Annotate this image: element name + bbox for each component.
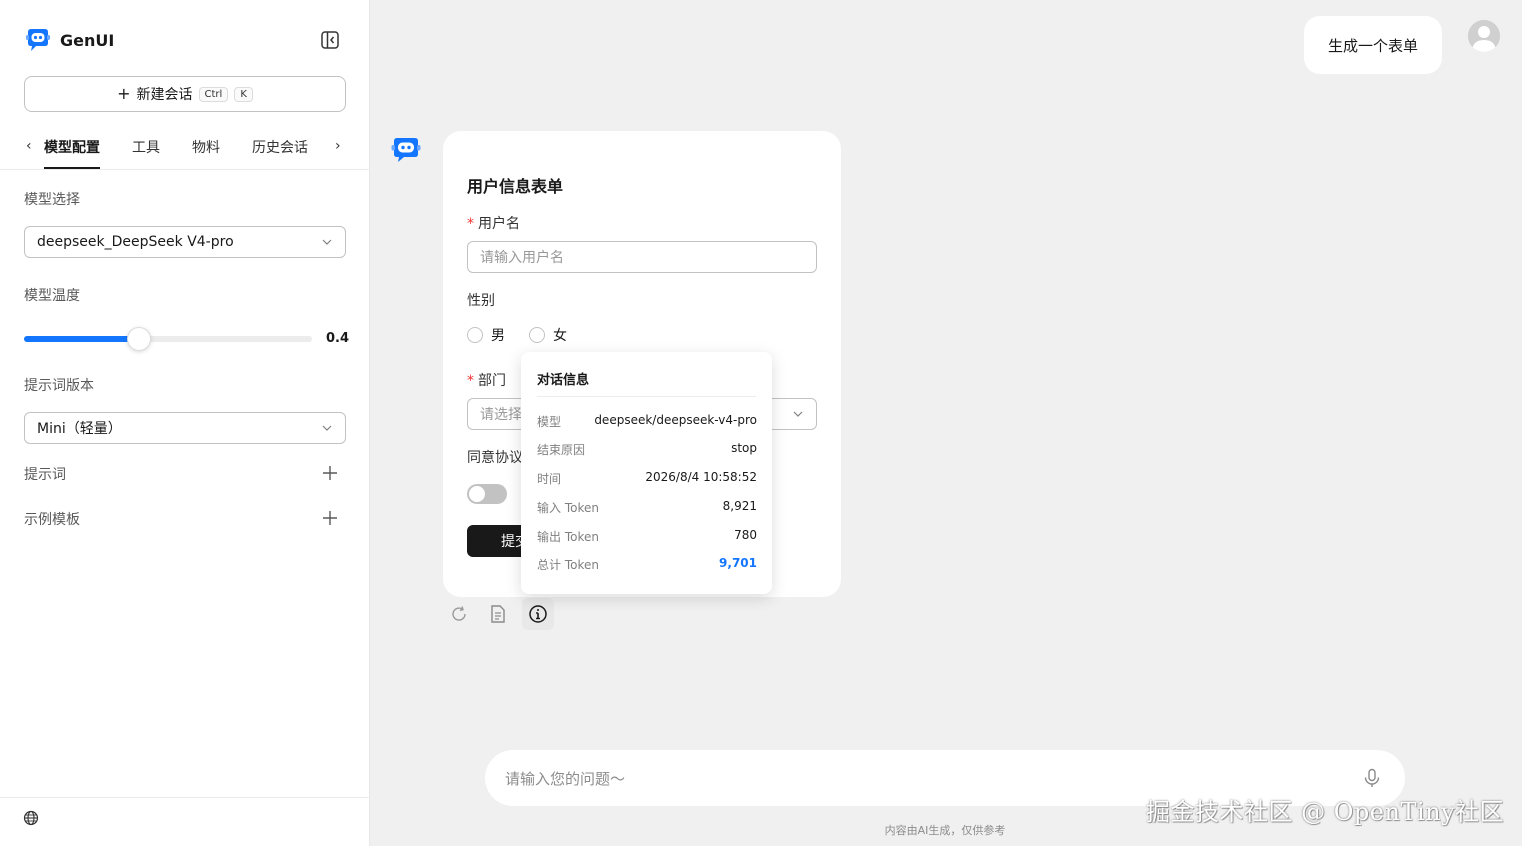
add-template-plus-icon[interactable] — [320, 508, 340, 528]
info-row-output-token: 输出 Token 780 — [537, 528, 757, 545]
new-chat-label: 新建会话 — [136, 87, 193, 103]
info-value: 780 — [734, 528, 757, 542]
username-label: * 用户名 — [467, 213, 520, 233]
add-prompt-plus-icon[interactable] — [320, 463, 340, 483]
info-value: deepseek/deepseek-v4-pro — [594, 413, 757, 427]
department-label-text: 部门 — [478, 373, 506, 389]
info-row-input-token: 输入 Token 8,921 — [537, 499, 757, 516]
sidebar-collapse-icon[interactable] — [320, 30, 340, 50]
username-input[interactable]: 请输入用户名 — [467, 241, 817, 273]
form-title: 用户信息表单 — [467, 177, 564, 196]
user-message-text: 生成一个表单 — [1328, 36, 1419, 55]
brand: GenUI — [24, 26, 114, 54]
tab-tools[interactable]: 工具 — [132, 137, 160, 167]
username-label-text: 用户名 — [478, 216, 520, 232]
info-row-time: 时间 2026/8/4 10:58:52 — [537, 470, 757, 487]
new-chat-button[interactable]: + 新建会话 Ctrl K — [24, 76, 346, 112]
prompt-version-value: Mini（轻量） — [37, 421, 122, 437]
tab-model-config[interactable]: 模型配置 — [44, 137, 100, 169]
copy-icon[interactable] — [487, 603, 509, 625]
chevron-left-icon[interactable]: ‹ — [26, 138, 32, 154]
gender-radio-male[interactable]: 男 — [467, 325, 505, 345]
tab-materials[interactable]: 物料 — [192, 137, 220, 167]
required-mark: * — [467, 216, 474, 232]
popover-divider — [537, 396, 756, 397]
prompt-version-select[interactable]: Mini（轻量） — [24, 412, 346, 444]
chevron-down-icon — [322, 239, 332, 245]
avatar[interactable] — [1468, 20, 1500, 52]
department-label: * 部门 — [467, 370, 506, 390]
gender-label: 性别 — [467, 293, 495, 309]
model-select-value: deepseek_DeepSeek V4-pro — [37, 234, 234, 250]
mic-icon[interactable] — [1361, 767, 1383, 789]
radio-circle — [467, 327, 483, 343]
required-mark: * — [467, 373, 474, 389]
toggle-knob — [469, 486, 485, 502]
info-row-total-token: 总计 Token 9,701 — [537, 556, 757, 573]
info-key: 输出 Token — [537, 530, 599, 544]
prompt-label: 提示词 — [24, 467, 66, 483]
shortcut-ctrl: Ctrl — [198, 86, 229, 102]
info-value-total: 9,701 — [719, 556, 757, 570]
agreement-label: 同意协议 — [467, 450, 523, 466]
info-value: 2026/8/4 10:58:52 — [645, 470, 757, 484]
user-avatar-icon — [1468, 20, 1500, 52]
temperature-value: 0.4 — [326, 331, 350, 346]
sidebar-tabs: ‹ 模型配置 工具 物料 历史会话 › — [0, 128, 370, 170]
info-row-finish-reason: 结束原因 stop — [537, 441, 757, 458]
plus-icon: + — [117, 84, 131, 103]
info-icon — [529, 605, 547, 623]
temperature-label: 模型温度 — [24, 288, 80, 304]
conversation-info-popover: 对话信息 模型 deepseek/deepseek-v4-pro 结束原因 st… — [521, 352, 772, 594]
radio-circle — [529, 327, 545, 343]
info-button[interactable] — [522, 598, 554, 630]
info-key: 结束原因 — [537, 443, 586, 457]
app-name: GenUI — [60, 30, 115, 50]
info-key: 时间 — [537, 472, 562, 486]
info-value: stop — [731, 441, 757, 455]
chevron-down-icon — [322, 425, 332, 431]
user-message-bubble: 生成一个表单 — [1304, 16, 1443, 74]
agreement-toggle[interactable] — [467, 484, 507, 504]
info-key: 总计 Token — [537, 558, 599, 572]
gender-radio-female[interactable]: 女 — [529, 325, 567, 345]
example-template-label: 示例模板 — [24, 512, 80, 528]
sidebar-footer-divider — [0, 797, 370, 798]
model-select[interactable]: deepseek_DeepSeek V4-pro — [24, 226, 346, 258]
prompt-version-label: 提示词版本 — [24, 378, 94, 394]
chevron-right-icon[interactable]: › — [335, 138, 341, 154]
info-row-model: 模型 deepseek/deepseek-v4-pro — [537, 413, 757, 430]
username-placeholder: 请输入用户名 — [480, 250, 564, 266]
temperature-slider-handle[interactable] — [127, 327, 151, 351]
tab-history[interactable]: 历史会话 — [252, 137, 308, 167]
shortcut-key: K — [234, 86, 253, 102]
chevron-down-icon — [793, 411, 803, 417]
model-select-label: 模型选择 — [24, 192, 80, 208]
gender-option-label: 女 — [553, 328, 567, 344]
info-value: 8,921 — [722, 499, 757, 513]
popover-title: 对话信息 — [537, 373, 590, 388]
bot-avatar-icon — [391, 138, 421, 162]
gender-option-label: 男 — [491, 328, 505, 344]
temperature-slider-fill — [24, 336, 139, 342]
watermark: 掘金技术社区 @ OpenTiny社区 — [1146, 798, 1505, 826]
info-key: 模型 — [537, 415, 562, 429]
chat-input-placeholder: 请输入您的问题～ — [505, 769, 626, 788]
department-placeholder: 请选择 — [480, 407, 522, 423]
temperature-slider[interactable] — [24, 327, 312, 351]
info-key: 输入 Token — [537, 501, 599, 515]
refresh-icon[interactable] — [448, 603, 470, 625]
sidebar: GenUI + 新建会话 Ctrl K ‹ 模型配置 工具 物料 历史会话 › … — [0, 0, 370, 846]
brand-logo-icon — [26, 29, 50, 51]
